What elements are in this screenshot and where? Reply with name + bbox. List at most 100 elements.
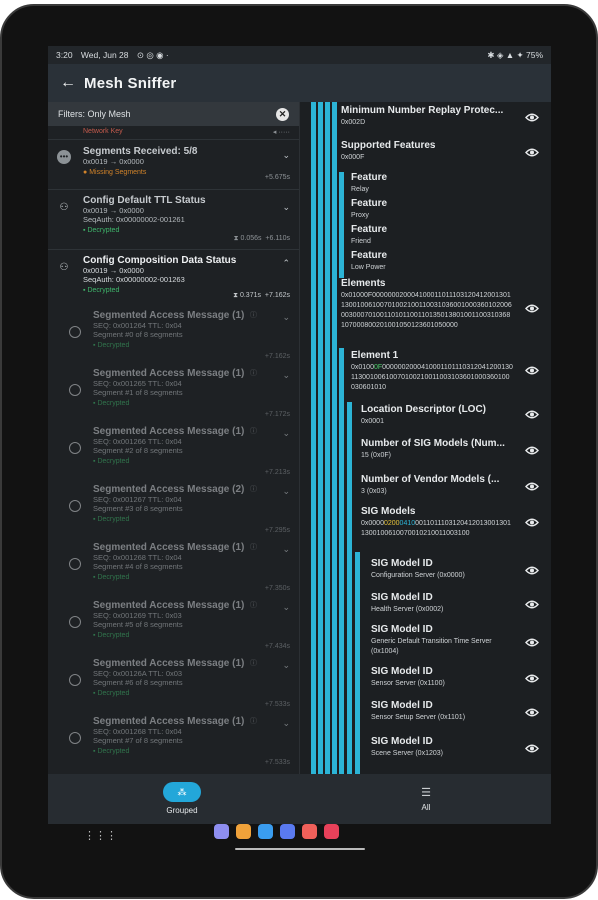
- app-icon[interactable]: [258, 824, 273, 839]
- segment-time: +7.162s: [264, 353, 290, 360]
- segment-item[interactable]: Segmented Access Message (1) SEQ: 0x0012…: [48, 364, 299, 422]
- segment-status: Decrypted: [97, 516, 130, 523]
- packet-item[interactable]: ••• Segments Received: 5/8 0x0019 → 0x00…: [48, 140, 299, 190]
- segment-index: Segment #2 of 8 segments: [93, 446, 183, 455]
- radio-button[interactable]: [69, 732, 81, 744]
- eye-icon[interactable]: [525, 600, 539, 609]
- packet-route: 0x0019 → 0x0000: [83, 266, 144, 275]
- segment-item[interactable]: Segmented Access Message (1) SEQ: 0x0012…: [48, 654, 299, 712]
- feature-relay: Feature Relay: [351, 172, 388, 193]
- eye-icon[interactable]: [525, 674, 539, 683]
- list-icon: ☰: [421, 787, 431, 799]
- info-icon[interactable]: ⓘ: [250, 310, 257, 320]
- app-icon[interactable]: [324, 824, 339, 839]
- segment-time: +7.295s: [264, 527, 290, 534]
- segment-seq: SEQ: 0x001268 TTL: 0x04: [93, 727, 182, 736]
- config-message-icon: ⚇: [59, 202, 69, 213]
- app-icon[interactable]: [214, 824, 229, 839]
- packet-time: +7.162s: [264, 292, 290, 299]
- packet-item[interactable]: Network Key ◂ ·····: [48, 118, 299, 140]
- app-icon[interactable]: [280, 824, 295, 839]
- chevron-down-icon[interactable]: ⌄: [282, 660, 290, 671]
- eye-icon[interactable]: [525, 708, 539, 717]
- apps-grid-icon[interactable]: ⋮⋮⋮: [84, 829, 117, 842]
- info-icon[interactable]: ⓘ: [250, 484, 257, 494]
- segment-title: Segmented Access Message: [93, 600, 230, 611]
- packet-seqauth: SeqAuth: 0x00000002-001261: [83, 215, 185, 224]
- status-time: 3:20: [56, 49, 73, 60]
- eye-icon[interactable]: [525, 744, 539, 753]
- eye-icon[interactable]: [525, 482, 539, 491]
- segment-title: Segmented Access Message: [93, 426, 230, 437]
- radio-button[interactable]: [69, 442, 81, 454]
- chevron-down-icon[interactable]: ⌄: [282, 602, 290, 613]
- info-icon[interactable]: ⓘ: [250, 716, 257, 726]
- tab-all[interactable]: ☰ All: [396, 786, 456, 812]
- home-indicator[interactable]: [235, 848, 365, 850]
- segment-item[interactable]: Segmented Access Message (1) SEQ: 0x0012…: [48, 712, 299, 770]
- eye-icon[interactable]: [525, 148, 539, 157]
- info-icon[interactable]: ⓘ: [250, 368, 257, 378]
- segment-item[interactable]: Segmented Access Message (1) SEQ: 0x0012…: [48, 538, 299, 596]
- radio-button[interactable]: [69, 384, 81, 396]
- app-icon[interactable]: [302, 824, 317, 839]
- segment-item[interactable]: Segmented Access Message (1) SEQ: 0x0012…: [48, 596, 299, 654]
- eye-icon[interactable]: [525, 410, 539, 419]
- eye-icon[interactable]: [525, 566, 539, 575]
- notification-icons: ⊙ ◎ ◉ ·: [136, 49, 169, 60]
- eye-icon[interactable]: [525, 113, 539, 122]
- eye-icon[interactable]: [525, 304, 539, 313]
- packet-item[interactable]: ⚇ Config Default TTL Status 0x0019 → 0x0…: [48, 190, 299, 250]
- chevron-up-icon[interactable]: ⌃: [282, 258, 290, 269]
- segment-index: Segment #4 of 8 segments: [93, 562, 183, 571]
- segment-time: +7.533s: [264, 701, 290, 708]
- packet-list[interactable]: Network Key ◂ ····· ••• Segments Receive…: [48, 126, 299, 774]
- field-num-vendor-models: Number of Vendor Models (... 3 (0x03): [361, 474, 500, 495]
- segment-item[interactable]: Segmented Access Message (1) SEQ: 0x0012…: [48, 422, 299, 480]
- eye-icon[interactable]: [525, 518, 539, 527]
- depth-bar: [339, 348, 344, 774]
- radio-button[interactable]: [69, 558, 81, 570]
- info-icon[interactable]: ⓘ: [250, 658, 257, 668]
- segment-item[interactable]: Segmented Access Message (2) SEQ: 0x0012…: [48, 480, 299, 538]
- packet-time: +5.675s: [264, 174, 290, 181]
- info-icon[interactable]: ⓘ: [250, 600, 257, 610]
- packet-route: 0x0019 → 0x0000: [83, 206, 144, 215]
- chevron-down-icon[interactable]: ⌄: [282, 370, 290, 381]
- segment-seq: SEQ: 0x001264 TTL: 0x04: [93, 321, 182, 330]
- depth-bar: [318, 102, 323, 774]
- depth-bar: [311, 102, 316, 774]
- sig-model-3: SIG Model ID Generic Default Transition …: [371, 624, 492, 655]
- eye-icon[interactable]: [525, 366, 539, 375]
- segment-count: (1): [232, 368, 245, 379]
- depth-bar: [339, 172, 344, 278]
- eye-icon[interactable]: [525, 446, 539, 455]
- chevron-down-icon[interactable]: ⌄: [282, 202, 290, 213]
- chevron-down-icon[interactable]: ⌄: [282, 312, 290, 323]
- tab-grouped[interactable]: ⁂ Grouped: [152, 782, 212, 815]
- eye-icon[interactable]: [525, 638, 539, 647]
- radio-button[interactable]: [69, 616, 81, 628]
- radio-button[interactable]: [69, 674, 81, 686]
- grouped-icon: ⁂: [163, 782, 201, 802]
- hourglass-icon: ⧗: [233, 235, 239, 242]
- field-elements: Elements 0x01000F00000002000410001101110…: [341, 278, 512, 329]
- app-icon[interactable]: [236, 824, 251, 839]
- segment-seq: SEQ: 0x001269 TTL: 0x03: [93, 611, 182, 620]
- field-sig-models: SIG Models 0x000002000410001101110312041…: [361, 506, 511, 537]
- back-arrow-icon[interactable]: ←: [60, 74, 84, 92]
- warning-icon: ●: [83, 169, 88, 176]
- chevron-down-icon[interactable]: ⌄: [282, 544, 290, 555]
- packet-item-expanded[interactable]: ⚇ Config Composition Data Status 0x0019 …: [48, 250, 299, 306]
- chevron-down-icon[interactable]: ⌄: [282, 150, 290, 161]
- segment-item[interactable]: Segmented Access Message (1) SEQ: 0x0012…: [48, 306, 299, 364]
- radio-button[interactable]: [69, 326, 81, 338]
- packet-detail-pane[interactable]: Minimum Number Replay Protec... 0x002D S…: [303, 102, 551, 774]
- field-min-replay: Minimum Number Replay Protec... 0x002D: [341, 105, 504, 126]
- chevron-down-icon[interactable]: ⌄: [282, 486, 290, 497]
- chevron-down-icon[interactable]: ⌄: [282, 428, 290, 439]
- info-icon[interactable]: ⓘ: [250, 542, 257, 552]
- info-icon[interactable]: ⓘ: [250, 426, 257, 436]
- radio-button[interactable]: [69, 500, 81, 512]
- chevron-down-icon[interactable]: ⌄: [282, 718, 290, 729]
